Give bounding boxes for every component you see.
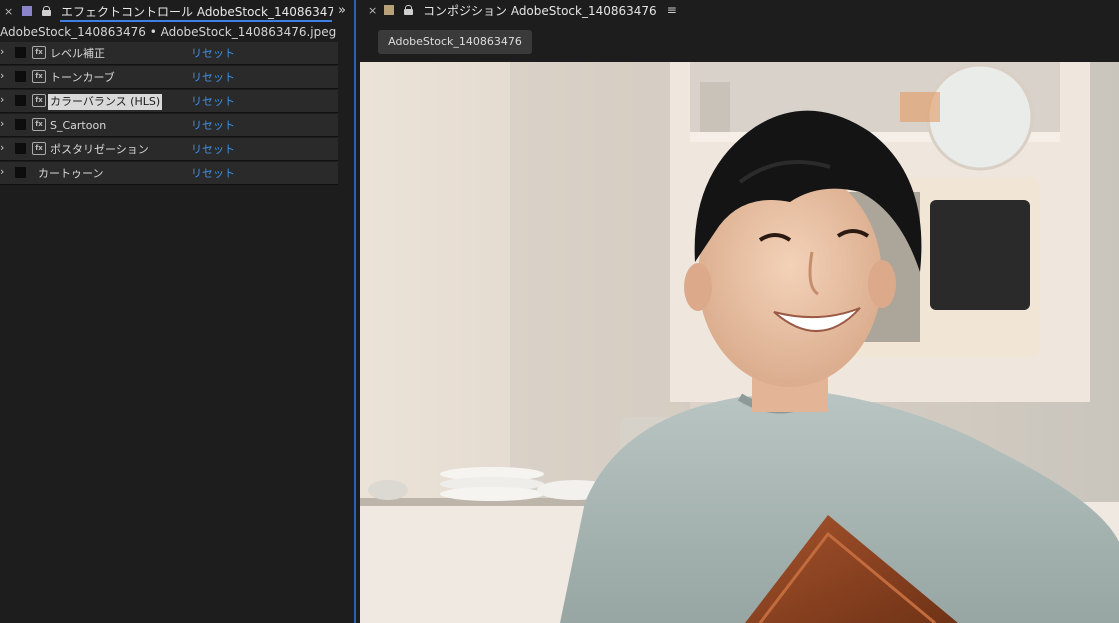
effect-name[interactable]: S_Cartoon bbox=[48, 118, 108, 134]
chevron-right-icon[interactable]: › bbox=[0, 93, 4, 106]
composition-layer-button[interactable]: AdobeStock_140863476 bbox=[378, 30, 532, 54]
fx-icon[interactable]: fx bbox=[32, 118, 46, 131]
effect-controls-title: エフェクトコントロール AdobeStock_140863476.jpeg bbox=[61, 4, 333, 19]
reset-link[interactable]: リセット bbox=[191, 47, 235, 61]
composition-panel: × コンポジション AdobeStock_140863476 ≡ AdobeSt… bbox=[356, 0, 1119, 623]
fx-icon[interactable]: fx bbox=[32, 46, 46, 59]
effect-name[interactable]: カートゥーン bbox=[36, 166, 105, 182]
effect-enable-checkbox[interactable] bbox=[15, 47, 26, 58]
chevron-right-icon[interactable]: › bbox=[0, 69, 4, 82]
fx-icon[interactable]: fx bbox=[32, 94, 46, 107]
chevron-right-icon[interactable]: › bbox=[0, 165, 4, 178]
effect-enable-checkbox[interactable] bbox=[15, 119, 26, 130]
panel-menu-icon[interactable]: ≡ bbox=[667, 3, 677, 17]
chevron-right-icon[interactable]: › bbox=[0, 141, 4, 154]
reset-link[interactable]: リセット bbox=[191, 167, 235, 181]
close-tab-button[interactable]: × bbox=[368, 4, 380, 17]
composition-tab[interactable]: × コンポジション AdobeStock_140863476 ≡ bbox=[356, 0, 677, 20]
chevron-right-icon[interactable]: › bbox=[0, 117, 4, 130]
reset-link[interactable]: リセット bbox=[191, 95, 235, 109]
effect-controls-panel: × エフェクトコントロール AdobeStock_140863476.jpeg … bbox=[0, 0, 354, 623]
effect-enable-checkbox[interactable] bbox=[15, 95, 26, 106]
effect-name[interactable]: ポスタリゼーション bbox=[48, 142, 151, 158]
effect-row[interactable]: › fx S_Cartoon リセット bbox=[0, 114, 338, 137]
layer-path: AdobeStock_140863476 • AdobeStock_140863… bbox=[0, 25, 337, 39]
close-tab-button[interactable]: × bbox=[4, 5, 16, 18]
effect-enable-checkbox[interactable] bbox=[15, 71, 26, 82]
effect-row[interactable]: › fx トーンカーブ リセット bbox=[0, 66, 338, 89]
fx-icon[interactable]: fx bbox=[32, 70, 46, 83]
panel-color-swatch bbox=[22, 6, 32, 16]
fx-icon[interactable]: fx bbox=[32, 142, 46, 155]
effect-row[interactable]: › fx レベル補正 リセット bbox=[0, 42, 338, 65]
composition-image bbox=[360, 62, 1119, 623]
effect-row[interactable]: › カートゥーン リセット bbox=[0, 162, 338, 185]
lock-icon[interactable] bbox=[42, 6, 51, 16]
lock-icon[interactable] bbox=[404, 5, 413, 15]
reset-link[interactable]: リセット bbox=[191, 143, 235, 157]
panel-color-swatch bbox=[384, 5, 394, 15]
chevron-right-icon[interactable]: › bbox=[0, 45, 4, 58]
composition-viewer[interactable] bbox=[360, 62, 1119, 623]
effect-row[interactable]: › fx カラーバランス (HLS) リセット bbox=[0, 90, 338, 113]
effect-list: › fx レベル補正 リセット › fx トーンカーブ リセット › fx カラーバランス (HLS… bbox=[0, 42, 338, 186]
effect-enable-checkbox[interactable] bbox=[15, 167, 26, 178]
effect-name[interactable]: レベル補正 bbox=[48, 46, 107, 62]
composition-title: コンポジション AdobeStock_140863476 bbox=[423, 3, 657, 18]
effect-name[interactable]: トーンカーブ bbox=[48, 70, 117, 86]
effect-enable-checkbox[interactable] bbox=[15, 143, 26, 154]
reset-link[interactable]: リセット bbox=[191, 119, 235, 133]
effect-controls-tab[interactable]: × エフェクトコントロール AdobeStock_140863476.jpeg bbox=[0, 0, 354, 22]
effect-name[interactable]: カラーバランス (HLS) bbox=[48, 94, 163, 110]
tab-overflow-icon[interactable]: » bbox=[338, 3, 346, 18]
reset-link[interactable]: リセット bbox=[191, 71, 235, 85]
effect-row[interactable]: › fx ポスタリゼーション リセット bbox=[0, 138, 338, 161]
